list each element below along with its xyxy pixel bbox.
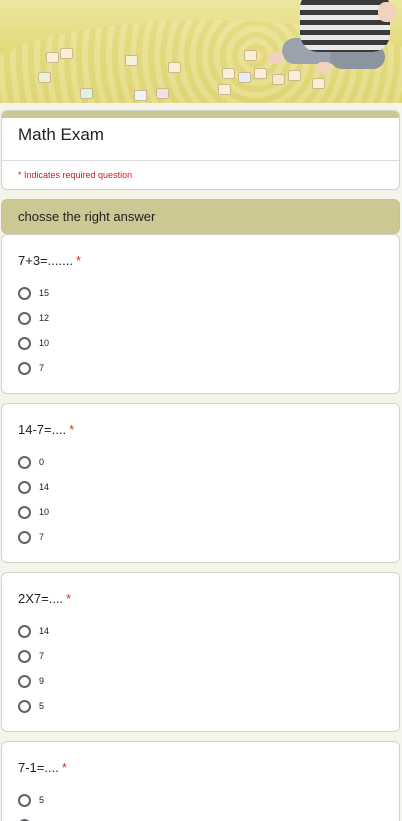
option-0[interactable]: 0 <box>18 455 44 469</box>
section-title: chosse the right answer <box>18 209 156 224</box>
option-label: 14 <box>39 626 50 636</box>
option-7[interactable]: 7 <box>18 361 44 375</box>
radio-unchecked-icon[interactable] <box>18 624 31 638</box>
required-asterisk: * <box>69 422 75 437</box>
question-card: 14-7=.... * 0 14 10 7 <box>1 403 400 563</box>
radio-unchecked-icon[interactable] <box>18 286 31 300</box>
toy-block <box>80 88 93 99</box>
option-5[interactable]: 5 <box>18 699 44 713</box>
form-title: Math Exam <box>18 125 104 144</box>
option-label: 7 <box>39 363 45 373</box>
radio-unchecked-icon[interactable] <box>18 311 31 325</box>
toy-block <box>288 70 301 81</box>
toy-block <box>60 48 73 59</box>
toy-block <box>125 55 138 66</box>
toy-block <box>222 68 235 79</box>
radio-unchecked-icon[interactable] <box>18 505 31 519</box>
option-label: 9 <box>39 676 45 686</box>
radio-unchecked-icon[interactable] <box>18 480 31 494</box>
radio-unchecked-icon[interactable] <box>18 361 31 375</box>
option-label: 5 <box>39 701 45 711</box>
option-5[interactable]: 5 <box>18 793 44 807</box>
toy-block <box>312 78 325 89</box>
option-label: 7 <box>39 532 45 542</box>
option-label: 10 <box>39 338 50 348</box>
baby-foot <box>316 62 332 74</box>
toy-block <box>38 72 51 83</box>
toy-block <box>272 74 285 85</box>
required-asterisk: * <box>66 591 72 606</box>
option-7[interactable]: 7 <box>18 530 44 544</box>
question-text: 2X7=.... * <box>18 591 72 606</box>
header-banner-image <box>0 0 402 103</box>
radio-unchecked-icon[interactable] <box>18 530 31 544</box>
question-card: 7+3=....... * 15 12 10 7 <box>1 234 400 394</box>
option-label: 14 <box>39 482 50 492</box>
option-10[interactable]: 10 <box>18 505 49 519</box>
toy-block <box>46 52 59 63</box>
option-7[interactable]: 7 <box>18 649 44 663</box>
question-card: 2X7=.... * 14 7 9 5 <box>1 572 400 732</box>
radio-unchecked-icon[interactable] <box>18 699 31 713</box>
required-note: * Indicates required question <box>18 170 133 180</box>
option-9[interactable]: 9 <box>18 674 44 688</box>
toy-block <box>134 90 147 101</box>
option-label: 10 <box>39 507 50 517</box>
form-title-card: Math Exam * Indicates required question <box>1 110 400 190</box>
radio-unchecked-icon[interactable] <box>18 793 31 807</box>
option-14[interactable]: 14 <box>18 624 49 638</box>
required-asterisk: * <box>75 253 81 268</box>
section-header: chosse the right answer <box>1 199 400 234</box>
option-12[interactable]: 12 <box>18 311 49 325</box>
radio-unchecked-icon[interactable] <box>18 455 31 469</box>
required-asterisk: * <box>61 760 67 775</box>
question-card: 7-1=.... * 5 <box>1 741 400 821</box>
divider <box>2 160 399 161</box>
radio-unchecked-icon[interactable] <box>18 674 31 688</box>
toy-block <box>168 62 181 73</box>
toy-block <box>254 68 267 79</box>
option-label: 15 <box>39 288 50 298</box>
option-label: 12 <box>39 313 50 323</box>
question-text: 7+3=....... * <box>18 253 81 268</box>
radio-unchecked-icon[interactable] <box>18 336 31 350</box>
baby-striped-shirt <box>300 0 390 52</box>
option-10[interactable]: 10 <box>18 336 49 350</box>
baby-hand <box>378 2 396 22</box>
option-label: 5 <box>39 795 45 805</box>
radio-unchecked-icon[interactable] <box>18 649 31 663</box>
option-label: 7 <box>39 651 45 661</box>
option-label: 0 <box>39 457 45 467</box>
question-text: 14-7=.... * <box>18 422 75 437</box>
option-14[interactable]: 14 <box>18 480 49 494</box>
toy-block <box>244 50 257 61</box>
toy-block <box>156 88 169 99</box>
option-15[interactable]: 15 <box>18 286 49 300</box>
toy-block <box>218 84 231 95</box>
title-accent-bar <box>2 111 399 118</box>
toy-block <box>238 72 251 83</box>
baby-foot <box>268 52 284 64</box>
question-text: 7-1=.... * <box>18 760 67 775</box>
